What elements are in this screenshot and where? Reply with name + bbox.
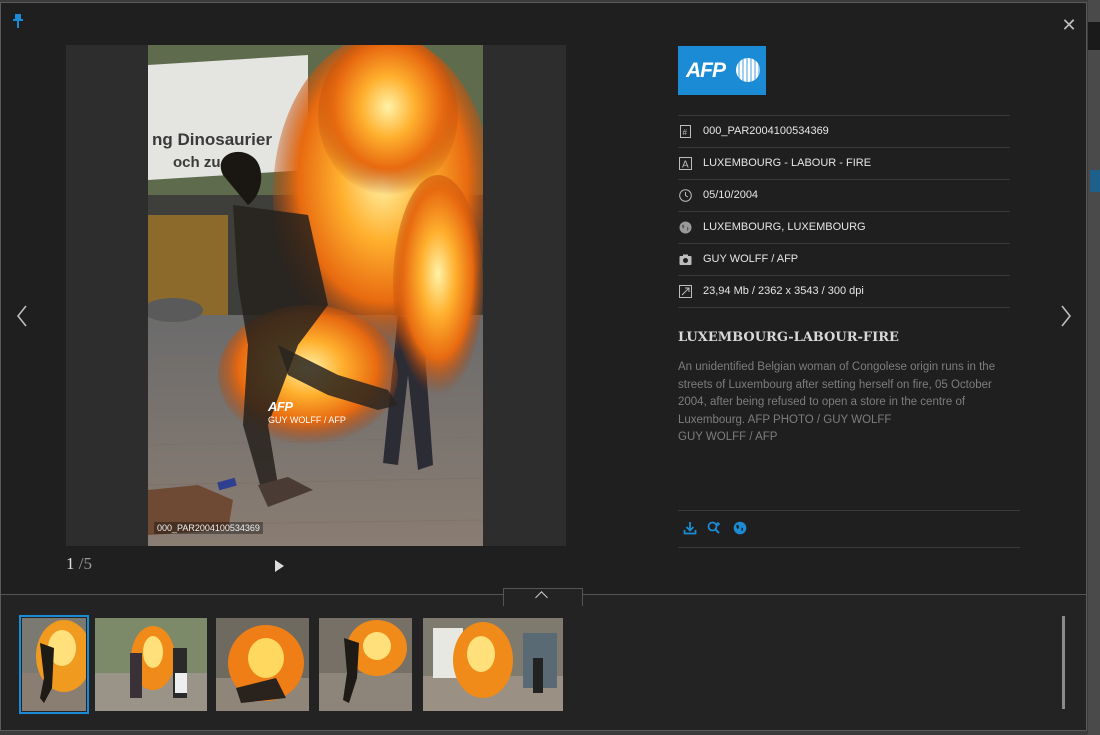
thumbnail-3[interactable]: [216, 618, 309, 711]
thumbnail-5[interactable]: [423, 618, 563, 711]
agency-logo-text: AFP: [686, 59, 726, 82]
svg-text:ng Dinosaurier: ng Dinosaurier: [152, 130, 272, 149]
metadata-list: # 000_PAR2004100534369 A LUXEMBOURG - LA…: [678, 115, 1010, 308]
close-icon[interactable]: ✕: [1061, 16, 1077, 34]
chevron-up-icon: [535, 591, 548, 604]
counter-current: 1: [66, 554, 75, 573]
metadata-location-value: LUXEMBOURG, LUXEMBOURG: [703, 221, 866, 233]
svg-text:A: A: [682, 160, 689, 171]
photo-id-tag: 000_PAR2004100534369: [154, 522, 263, 534]
photo-watermark-logo: AFP: [268, 399, 293, 414]
next-arrow-icon[interactable]: [1059, 303, 1073, 329]
resize-icon: [679, 285, 692, 298]
photo-watermark-credit: GUY WOLFF / AFP: [268, 415, 346, 425]
counter-total: /5: [78, 554, 92, 573]
title-letter-icon: A: [679, 157, 692, 171]
main-photo[interactable]: ng Dinosaurier och zu l AFP GUY WOLFF / …: [148, 45, 483, 546]
caption-credit: GUY WOLFF / AFP: [678, 431, 778, 443]
metadata-title-value: LUXEMBOURG - LABOUR - FIRE: [703, 157, 872, 169]
thumbnail-2[interactable]: [95, 618, 207, 711]
previous-arrow-icon[interactable]: [15, 303, 29, 329]
metadata-date-value: 05/10/2004: [703, 189, 759, 201]
thumbnail-4[interactable]: [319, 618, 412, 711]
metadata-row-title: A LUXEMBOURG - LABOUR - FIRE: [678, 148, 1010, 180]
agency-logo: AFP: [678, 46, 766, 95]
globe-share-icon[interactable]: [733, 521, 747, 535]
search-similar-icon[interactable]: [707, 521, 721, 535]
thumbnail-scrollbar[interactable]: [1062, 616, 1065, 709]
background-dark-bar: [1088, 22, 1100, 50]
svg-text:och zu l: och zu l: [173, 154, 229, 171]
thumbnail-1[interactable]: [19, 615, 89, 714]
download-icon[interactable]: [683, 521, 697, 535]
photo-actions: [678, 510, 1020, 548]
photo-caption: An unidentified Belgian woman of Congole…: [678, 359, 1008, 447]
metadata-row-date: 05/10/2004: [678, 180, 1010, 212]
main-photo-frame: ng Dinosaurier och zu l AFP GUY WOLFF / …: [66, 45, 566, 546]
metadata-id-value: 000_PAR2004100534369: [703, 125, 829, 137]
photo-headline: LUXEMBOURG-LABOUR-FIRE: [678, 330, 899, 345]
clock-icon: [679, 189, 692, 202]
globe-icon: [679, 221, 692, 234]
agency-logo-globe: [736, 58, 760, 82]
background-edge: [1088, 0, 1100, 735]
svg-text:#: #: [683, 128, 688, 137]
caption-text: An unidentified Belgian woman of Congole…: [678, 361, 996, 426]
background-blue-tab: [1090, 170, 1100, 192]
photo-counter: 1 /5: [66, 554, 92, 574]
metadata-row-size: 23,94 Mb / 2362 x 3543 / 300 dpi: [678, 276, 1010, 308]
pin-icon[interactable]: [11, 13, 25, 29]
metadata-row-id: # 000_PAR2004100534369: [678, 116, 1010, 148]
document-id-icon: #: [679, 125, 692, 138]
metadata-row-credit: GUY WOLFF / AFP: [678, 244, 1010, 276]
camera-icon: [679, 253, 692, 266]
metadata-row-location: LUXEMBOURG, LUXEMBOURG: [678, 212, 1010, 244]
slideshow-play-icon[interactable]: [275, 560, 284, 572]
metadata-size-value: 23,94 Mb / 2362 x 3543 / 300 dpi: [703, 285, 864, 297]
collapse-strip-button[interactable]: [503, 588, 583, 606]
metadata-credit-value: GUY WOLFF / AFP: [703, 253, 799, 265]
